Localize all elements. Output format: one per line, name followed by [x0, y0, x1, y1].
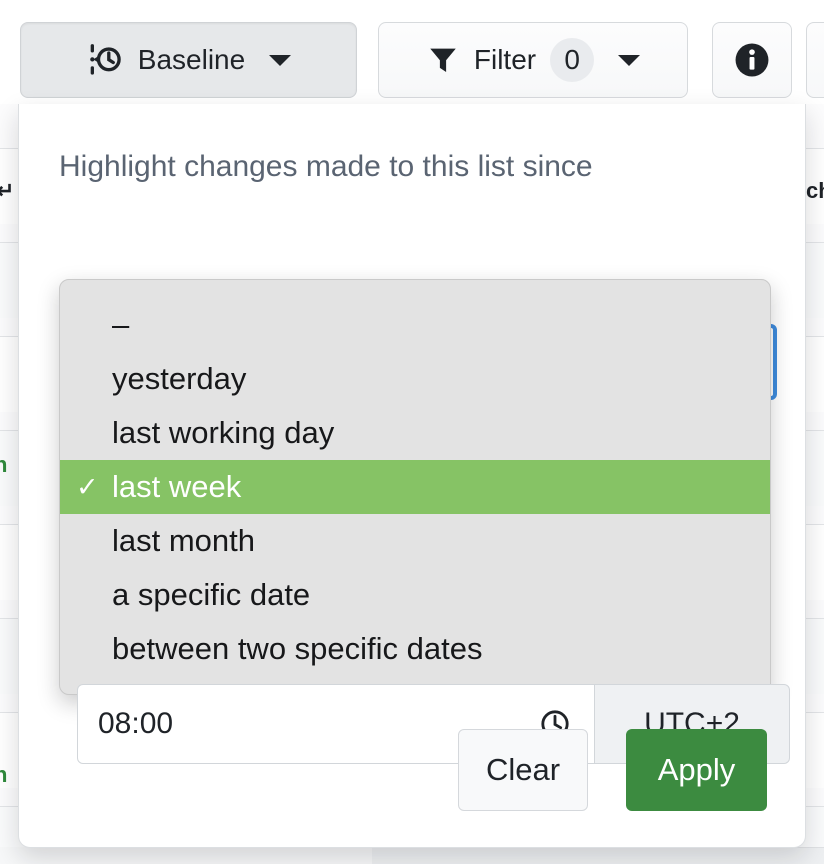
baseline-label: Baseline [137, 44, 246, 75]
dropdown-option-label: – [112, 307, 130, 342]
dropdown-option-label: last month [112, 523, 256, 558]
screen: ↵ n n ch Baseline [0, 0, 824, 864]
dropdown-option-label: yesterday [112, 361, 247, 396]
time-value: 08:00 [98, 707, 174, 740]
panel-footer: Clear Apply [458, 729, 767, 811]
baseline-button[interactable]: Baseline [20, 22, 357, 98]
clear-button[interactable]: Clear [458, 729, 588, 811]
baseline-clock-icon [86, 41, 124, 79]
baseline-popover: Highlight changes made to this list sinc… [18, 104, 806, 848]
dropdown-option-label: last working day [112, 415, 335, 450]
info-button[interactable] [712, 22, 792, 98]
dropdown-option-label: a specific date [112, 577, 311, 612]
chevron-down-icon [269, 54, 292, 66]
dropdown-option-1[interactable]: yesterday [60, 352, 770, 406]
overflow-button[interactable] [806, 22, 824, 98]
baseline-since-dropdown-list[interactable]: – yesterday last working day ✓ last week last… [59, 279, 771, 695]
chevron-down-icon [618, 54, 641, 66]
horizontal-scrollbar[interactable] [0, 847, 824, 864]
scrollbar-thumb[interactable] [0, 847, 372, 864]
apply-button[interactable]: Apply [626, 729, 767, 811]
dropdown-option-0[interactable]: – [60, 298, 770, 352]
funnel-icon [426, 43, 460, 77]
dropdown-option-3[interactable]: ✓ last week [60, 460, 770, 514]
info-icon [731, 39, 773, 81]
table-cell-text: ↵ [0, 178, 15, 203]
dropdown-option-4[interactable]: last month [60, 514, 770, 568]
table-cell-text: ch [806, 178, 824, 203]
check-icon: ✓ [76, 471, 99, 502]
table-cell-text: n [0, 762, 8, 787]
table-cell-text: n [0, 452, 8, 477]
filter-label: Filter [473, 44, 537, 75]
toolbar: Baseline Filter 0 [0, 0, 824, 104]
dropdown-option-label: last week [112, 469, 242, 504]
dropdown-option-5[interactable]: a specific date [60, 568, 770, 622]
dropdown-option-6[interactable]: between two specific dates [60, 622, 770, 676]
dropdown-option-2[interactable]: last working day [60, 406, 770, 460]
filter-count-badge: 0 [550, 38, 595, 82]
panel-title: Highlight changes made to this list sinc… [59, 150, 593, 183]
dropdown-option-label: between two specific dates [112, 631, 483, 666]
filter-button[interactable]: Filter 0 [378, 22, 688, 98]
